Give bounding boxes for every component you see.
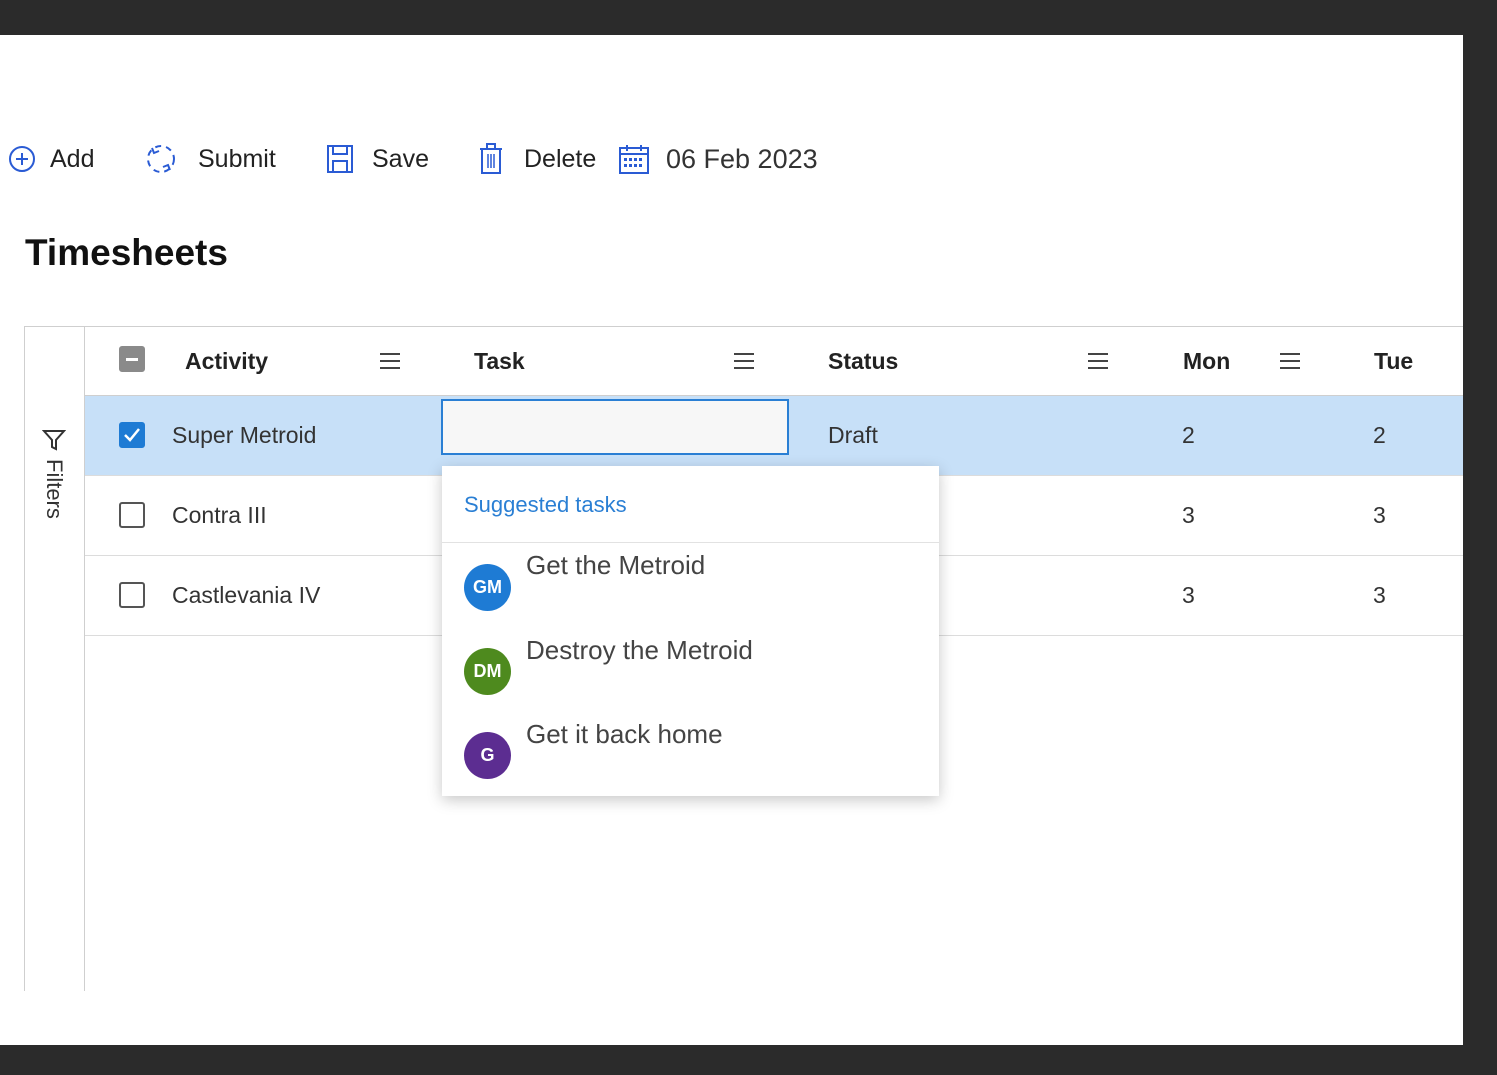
date-value: 06 Feb 2023 <box>666 143 818 174</box>
activity-cell: Castlevania IV <box>172 582 321 608</box>
task-input[interactable] <box>441 399 789 455</box>
command-bar: Add Submit Save Delete 06 Feb 2023 <box>0 135 900 183</box>
filters-panel-toggle[interactable]: Filters <box>25 327 85 991</box>
activity-cell: Contra III <box>172 502 267 528</box>
status-column-menu-icon[interactable] <box>1086 349 1110 373</box>
mon-cell[interactable]: 2 <box>1182 396 1195 475</box>
column-header-task[interactable]: Task <box>474 327 525 395</box>
add-button[interactable]: Add <box>8 135 94 183</box>
checkmark-icon <box>124 428 140 442</box>
delete-button-label: Delete <box>524 144 597 173</box>
suggestions-header-label: Suggested tasks <box>464 492 627 517</box>
filters-label: Filters <box>42 459 67 519</box>
avatar: GM <box>464 564 511 611</box>
grid-header: Activity Task Status Mon Tue <box>85 327 1463 396</box>
tue-cell[interactable]: 2 <box>1373 396 1386 475</box>
suggestion-label: Get it back home <box>526 719 723 749</box>
task-column-menu-icon[interactable] <box>732 349 756 373</box>
submit-button[interactable]: Submit <box>144 135 276 183</box>
mon-column-menu-icon[interactable] <box>1278 349 1302 373</box>
activity-cell: Super Metroid <box>172 422 317 448</box>
avatar: DM <box>464 648 511 695</box>
delete-button[interactable]: Delete <box>478 135 596 183</box>
task-suggestions-dropdown: Suggested tasks GM Get the Metroid DM De… <box>442 466 939 796</box>
activity-column-menu-icon[interactable] <box>378 349 402 373</box>
filter-icon <box>42 430 66 451</box>
trash-icon <box>480 143 502 174</box>
mon-cell[interactable]: 3 <box>1182 556 1195 635</box>
submit-icon <box>147 145 175 173</box>
column-header-status[interactable]: Status <box>828 327 898 395</box>
page-title: Timesheets <box>25 232 228 273</box>
save-button[interactable]: Save <box>326 135 429 183</box>
suggestion-label: Destroy the Metroid <box>526 635 753 665</box>
tue-cell[interactable]: 3 <box>1373 556 1386 635</box>
save-icon <box>327 145 353 173</box>
suggestion-item[interactable]: DM Destroy the Metroid <box>442 635 939 719</box>
date-picker[interactable]: 06 Feb 2023 <box>618 135 818 183</box>
submit-button-label: Submit <box>198 144 276 173</box>
row-checkbox[interactable] <box>119 582 145 608</box>
status-cell: Draft <box>828 422 878 448</box>
row-checkbox[interactable] <box>119 422 145 448</box>
add-button-label: Add <box>50 144 95 173</box>
select-all-checkbox[interactable] <box>119 346 145 372</box>
suggestions-header: Suggested tasks <box>442 466 939 543</box>
suggestion-label: Get the Metroid <box>526 550 706 580</box>
column-header-mon[interactable]: Mon <box>1183 327 1230 395</box>
suggestion-item[interactable]: G Get it back home <box>442 719 939 803</box>
tue-cell[interactable]: 3 <box>1373 476 1386 555</box>
row-checkbox[interactable] <box>119 502 145 528</box>
column-header-activity[interactable]: Activity <box>185 327 268 395</box>
calendar-icon <box>619 145 649 174</box>
mon-cell[interactable]: 3 <box>1182 476 1195 555</box>
avatar: G <box>464 732 511 779</box>
column-header-tue[interactable]: Tue <box>1374 327 1413 395</box>
add-icon <box>9 146 35 172</box>
suggestion-item[interactable]: GM Get the Metroid <box>442 550 939 634</box>
save-button-label: Save <box>372 144 429 173</box>
